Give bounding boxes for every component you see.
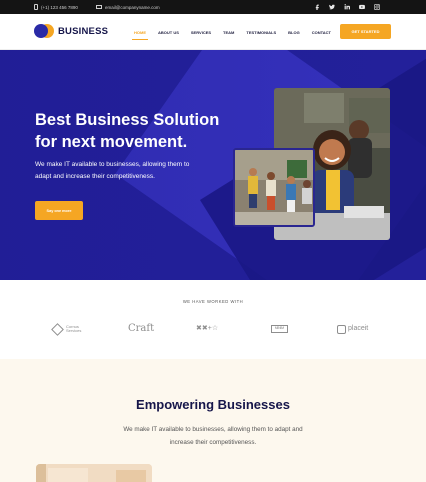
top-bar: (+1) 123 456 7890 email@companyname.com (0, 0, 426, 14)
partner-logo-craft: Craft (128, 323, 155, 334)
twitter-icon[interactable] (329, 4, 335, 10)
partner-logo-xx: ✖✖+☆ (196, 325, 219, 332)
partner-logo-minim: ᴹᴵᴺᴵᴹ (271, 320, 288, 338)
main-navbar: BUSINESS HOME ABOUT US SERVICES TEAM TES… (0, 14, 426, 50)
placeit-logo-icon (337, 324, 346, 334)
get-started-button[interactable]: GET STARTED (340, 24, 391, 39)
nav-item-about-us[interactable]: ABOUT US (158, 14, 179, 50)
nav-item-services[interactable]: SERVICES (191, 14, 211, 50)
youtube-icon[interactable] (359, 4, 365, 10)
email-contact[interactable]: email@companyname.com (96, 0, 160, 14)
phone-text: (+1) 123 456 7890 (41, 4, 78, 10)
instagram-icon[interactable] (374, 4, 380, 10)
partners-title: WE HAVE WORKED WITH (182, 299, 244, 304)
hero-title: Best Business Solution for next movement… (35, 111, 220, 151)
social-links (314, 0, 380, 14)
nav-item-team[interactable]: TEAM (223, 14, 234, 50)
mail-icon (96, 4, 102, 10)
logo-mark-icon (34, 24, 54, 38)
linkedin-icon[interactable] (344, 4, 350, 10)
nav-menu: HOME ABOUT US SERVICES TEAM TESTIMONIALS… (132, 14, 343, 50)
email-text: email@companyname.com (105, 4, 160, 10)
partners-section: WE HAVE WORKED WITH Cornus Services Craf… (0, 280, 426, 359)
cornus-logo-icon (51, 322, 64, 336)
phone-contact[interactable]: (+1) 123 456 7890 (34, 0, 78, 14)
hero-button[interactable]: Say one more (35, 201, 83, 220)
facebook-icon[interactable] (314, 4, 320, 10)
hero-section: Best Business Solution for next movement… (0, 50, 426, 280)
empowering-section: Empowering Businesses We make IT availab… (0, 359, 426, 482)
nav-item-blog[interactable]: BLOG (288, 14, 300, 50)
empowering-image (36, 464, 152, 482)
nav-item-testimonials[interactable]: TESTIMONIALS (246, 14, 276, 50)
logo[interactable]: BUSINESS (34, 24, 109, 38)
phone-icon (34, 4, 38, 10)
nav-item-contact[interactable]: CONTACT (312, 14, 331, 50)
hero-subtitle: We make IT available to businesses, allo… (35, 161, 190, 180)
empowering-title: Empowering Businesses (136, 397, 290, 412)
logo-text: BUSINESS (58, 25, 109, 37)
partner-logo-placeit: placeit (337, 320, 368, 338)
partner-logo-cornus: Cornus Services (51, 320, 88, 338)
nav-item-home[interactable]: HOME (132, 14, 148, 50)
hero-photo-team (233, 148, 315, 227)
empowering-subtitle: We make IT available to businesses, allo… (123, 426, 303, 446)
